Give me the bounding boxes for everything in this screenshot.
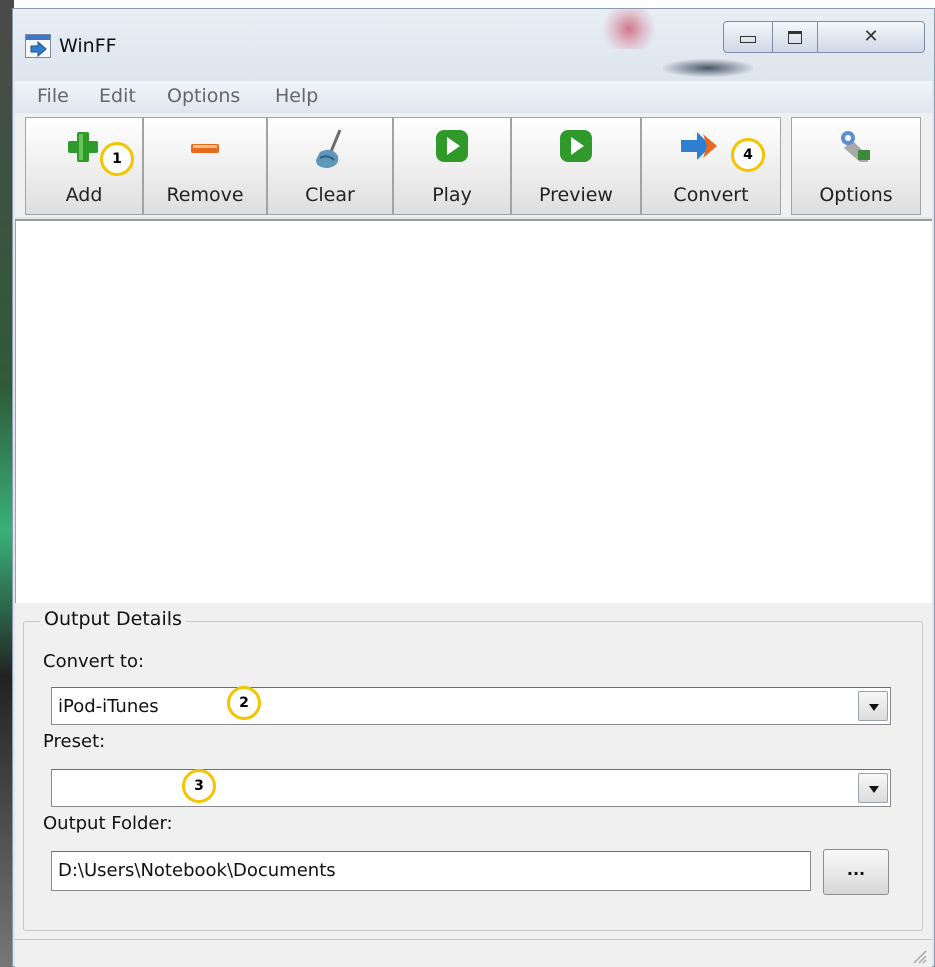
menu-file[interactable]: File (37, 85, 69, 107)
close-button[interactable]: ✕ (817, 21, 925, 53)
play-button[interactable]: Play (393, 117, 511, 215)
file-list[interactable] (15, 219, 932, 603)
convert-to-value: iPod-iTunes (58, 696, 159, 717)
dropdown-arrow-icon[interactable] (858, 691, 888, 721)
play-label: Play (432, 184, 472, 206)
annotation-marker-1: 1 (100, 142, 134, 176)
annotation-marker-4: 4 (731, 138, 765, 172)
annotation-marker-2: 2 (227, 686, 261, 720)
convert-label: Convert (673, 184, 749, 206)
options-button[interactable]: Options (791, 117, 921, 215)
menu-help[interactable]: Help (275, 85, 318, 107)
app-icon (25, 34, 51, 58)
maximize-button[interactable] (772, 21, 818, 53)
menu-options[interactable]: Options (167, 85, 240, 107)
convert-arrows-icon (680, 132, 717, 160)
annotation-marker-3: 3 (182, 769, 216, 803)
output-folder-label: Output Folder: (43, 813, 173, 834)
resize-grip-icon[interactable] (910, 947, 928, 965)
options-label: Options (819, 184, 893, 206)
output-folder-value: D:\Users\Notebook\Documents (58, 860, 336, 881)
output-panel: Output Details Convert to: iPod-iTunes P… (15, 603, 932, 966)
convert-to-select[interactable]: iPod-iTunes (51, 687, 891, 725)
remove-button[interactable]: Remove (143, 117, 267, 215)
output-details-title: Output Details (40, 608, 186, 630)
minus-icon (191, 144, 219, 153)
window-title: WinFF (59, 35, 117, 57)
broom-icon (316, 129, 342, 168)
winff-window: WinFF ✕ File Edit Options Help Add Remov… (12, 8, 935, 967)
toolbar: Add Remove Clear Play Preview Convert Op… (15, 113, 932, 217)
minimize-button[interactable] (723, 21, 773, 53)
add-label: Add (65, 184, 103, 206)
dropdown-arrow-icon[interactable] (858, 773, 888, 803)
status-bar (15, 939, 932, 967)
preview-label: Preview (539, 184, 613, 206)
clear-label: Clear (305, 184, 355, 206)
preview-button[interactable]: Preview (511, 117, 641, 215)
wrench-icon (841, 131, 870, 162)
maximize-icon (788, 31, 802, 44)
close-icon: ✕ (863, 26, 879, 47)
play-icon (436, 130, 468, 162)
menu-edit[interactable]: Edit (99, 85, 136, 107)
preview-icon (560, 130, 592, 162)
output-folder-input[interactable]: D:\Users\Notebook\Documents (51, 851, 811, 891)
preset-select[interactable] (51, 769, 891, 807)
background-blur (599, 9, 659, 49)
background-blur (663, 59, 753, 77)
preset-label: Preset: (43, 731, 106, 752)
menu-bar: File Edit Options Help (15, 81, 932, 114)
minimize-icon (740, 36, 756, 43)
remove-label: Remove (166, 184, 244, 206)
clear-button[interactable]: Clear (267, 117, 393, 215)
plus-icon (68, 132, 98, 162)
title-bar[interactable]: WinFF ✕ (13, 9, 934, 81)
convert-to-label: Convert to: (43, 651, 145, 672)
browse-folder-button[interactable]: ... (823, 849, 889, 895)
